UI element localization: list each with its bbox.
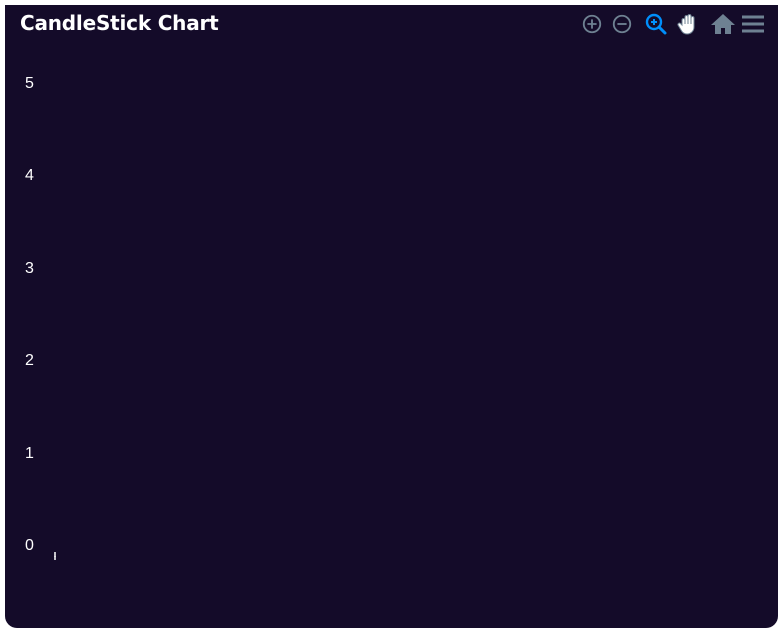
plot-area	[54, 552, 56, 560]
candle-body[interactable]	[54, 556, 56, 557]
candles-group	[54, 552, 56, 560]
